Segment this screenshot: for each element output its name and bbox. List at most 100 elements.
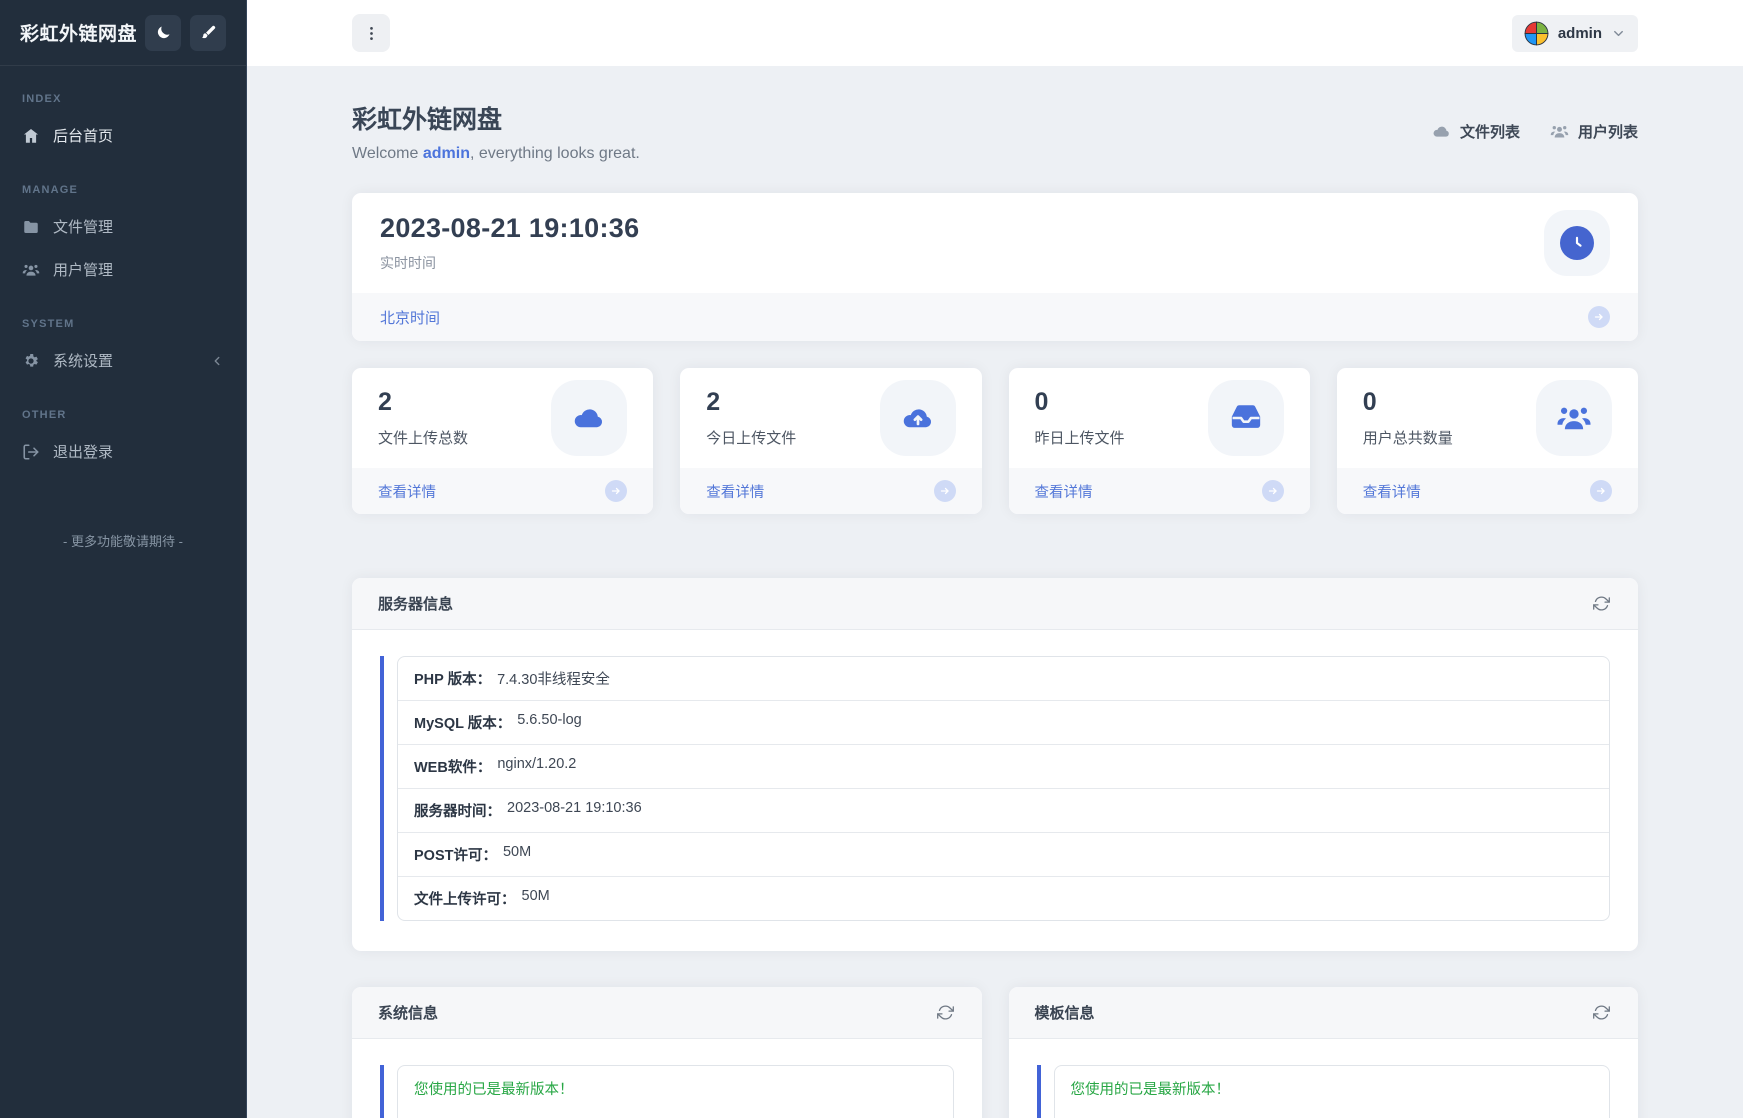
- system-card-title: 系统信息: [378, 1005, 439, 1022]
- stat-body: 0 昨日上传文件: [1009, 368, 1310, 468]
- refresh-icon: [1593, 595, 1610, 612]
- file-list-link[interactable]: 文件列表: [1432, 121, 1520, 142]
- info-value: nginx/1.20.2: [497, 756, 577, 772]
- sidebar-section-manage: MANAGE: [22, 184, 79, 196]
- page-title: 彩虹外链网盘: [352, 106, 503, 134]
- view-details-link[interactable]: 查看详情: [1035, 481, 1093, 502]
- arrow-glyph: [610, 485, 622, 497]
- beijing-time-link[interactable]: 北京时间: [380, 307, 440, 328]
- sidebar-item-settings[interactable]: 系统设置: [0, 339, 246, 382]
- view-details-link[interactable]: 查看详情: [378, 481, 436, 502]
- sidebar-item-dashboard[interactable]: 后台首页: [0, 114, 246, 157]
- stat-label: 今日上传文件: [706, 430, 797, 447]
- stat-text: 2 文件上传总数: [378, 388, 468, 448]
- version-status-message: 您使用的已是最新版本！: [397, 1065, 954, 1118]
- list-item: WEB软件： nginx/1.20.2: [398, 744, 1609, 788]
- server-card-header: 服务器信息: [352, 578, 1638, 630]
- stat-icon-badge: [551, 380, 628, 456]
- arrow-right-icon[interactable]: [1590, 480, 1612, 502]
- accent-bar-wrap: PHP 版本： 7.4.30非线程安全 MySQL 版本： 5.6.50-log…: [380, 656, 1610, 921]
- welcome-admin-link[interactable]: admin: [423, 145, 470, 162]
- info-value: 5.6.50-log: [517, 712, 582, 728]
- stat-text: 0 用户总共数量: [1363, 388, 1453, 448]
- sidebar-section-index: INDEX: [22, 93, 62, 105]
- stat-value: 0: [1034, 388, 1049, 416]
- welcome-suffix: , everything looks great.: [469, 145, 640, 162]
- cloud-icon: [1432, 122, 1451, 141]
- user-name: admin: [1557, 24, 1602, 42]
- refresh-button[interactable]: [935, 1002, 956, 1023]
- sidebar-header: 彩虹外链网盘: [0, 0, 246, 66]
- stat-value: 2: [706, 388, 721, 416]
- sidebar-section-other: OTHER: [22, 409, 67, 421]
- sidebar-item-label: 用户管理: [53, 262, 114, 279]
- stat-body: 2 文件上传总数: [352, 368, 653, 468]
- clock-card-footer: 北京时间: [352, 293, 1638, 341]
- user-menu-button[interactable]: admin: [1511, 14, 1638, 52]
- stat-value: 2: [378, 388, 392, 416]
- info-label: 文件上传许可：: [414, 892, 516, 908]
- brush-icon: [200, 24, 217, 41]
- sidebar-toggle-button[interactable]: [352, 14, 390, 52]
- arrow-right-icon[interactable]: [605, 480, 628, 502]
- stats-row: 2 文件上传总数 查看详情 2 今日上传文件 查看详情 0 昨日上传文件 查看详…: [352, 368, 1638, 514]
- chevron-down-icon: [1611, 26, 1626, 41]
- stat-icon-badge: [1207, 380, 1284, 456]
- stat-card-today-files: 2 今日上传文件 查看详情: [680, 368, 982, 514]
- server-card-body: PHP 版本： 7.4.30非线程安全 MySQL 版本： 5.6.50-log…: [352, 630, 1638, 951]
- brand-title: 彩虹外链网盘: [20, 24, 138, 45]
- clock-card: 2023-08-21 19:10:36 实时时间 北京时间: [352, 193, 1638, 341]
- kebab-icon: [362, 24, 381, 43]
- clock-label: 实时时间: [380, 255, 436, 271]
- info-value: 2023-08-21 19:10:36: [507, 800, 642, 816]
- stat-label: 用户总共数量: [1362, 430, 1453, 447]
- info-label: 服务器时间：: [414, 804, 501, 820]
- stat-text: 0 昨日上传文件: [1035, 388, 1125, 448]
- sidebar-item-label: 后台首页: [53, 128, 114, 145]
- theme-brush-button[interactable]: [190, 14, 226, 51]
- arrow-right-icon[interactable]: [1588, 306, 1610, 328]
- server-card-title: 服务器信息: [378, 596, 454, 613]
- dark-mode-button[interactable]: [145, 14, 181, 51]
- sidebar-section-system: SYSTEM: [22, 318, 75, 330]
- refresh-button[interactable]: [1591, 593, 1612, 614]
- arrow-glyph: [939, 485, 951, 497]
- system-info-card: 系统信息 您使用的已是最新版本！: [352, 987, 982, 1118]
- stat-value: 0: [1362, 388, 1377, 416]
- info-value: 50M: [521, 888, 550, 904]
- stat-label: 文件上传总数: [378, 430, 469, 447]
- list-item: 文件上传许可： 50M: [398, 876, 1609, 920]
- gear-icon: [22, 352, 40, 370]
- info-label: PHP 版本：: [414, 672, 492, 688]
- arrow-glyph: [1595, 485, 1607, 497]
- arrow-right-icon[interactable]: [933, 480, 956, 502]
- sidebar-item-files[interactable]: 文件管理: [0, 205, 246, 248]
- stat-body: 0 用户总共数量: [1337, 368, 1638, 468]
- info-label: MySQL 版本：: [414, 716, 512, 732]
- arrow-right-icon[interactable]: [1261, 480, 1284, 502]
- stat-icon-badge: [1536, 380, 1612, 456]
- view-details-link[interactable]: 查看详情: [706, 481, 764, 502]
- bottom-cards-row: 系统信息 您使用的已是最新版本！ 模板信息 您使用的已是最新版本！: [352, 987, 1638, 1118]
- system-card-body: 您使用的已是最新版本！: [352, 1039, 982, 1118]
- refresh-icon: [937, 1004, 954, 1021]
- sidebar-item-logout[interactable]: 退出登录: [0, 430, 246, 473]
- info-label: WEB软件：: [414, 760, 492, 776]
- user-list-label: 用户列表: [1577, 124, 1638, 141]
- sidebar-item-users[interactable]: 用户管理: [0, 248, 246, 291]
- accent-bar-wrap: 您使用的已是最新版本！: [380, 1065, 954, 1118]
- folder-icon: [22, 218, 40, 236]
- user-list-link[interactable]: 用户列表: [1550, 121, 1638, 142]
- refresh-button[interactable]: [1591, 1002, 1612, 1023]
- list-item: PHP 版本： 7.4.30非线程安全: [398, 657, 1609, 700]
- view-details-link[interactable]: 查看详情: [1363, 481, 1421, 502]
- list-item: POST许可： 50M: [398, 832, 1609, 876]
- clock-icon: [1567, 233, 1587, 253]
- arrow-glyph: [1267, 485, 1279, 497]
- topbar: admin: [247, 0, 1743, 66]
- sidebar-item-label: 退出登录: [53, 444, 114, 461]
- welcome-prefix: Welcome: [352, 145, 423, 162]
- clock-icon-circle: [1560, 226, 1594, 260]
- stat-icon-badge: [879, 380, 956, 456]
- page-title-block: 彩虹外链网盘 Welcome admin, everything looks g…: [352, 100, 640, 163]
